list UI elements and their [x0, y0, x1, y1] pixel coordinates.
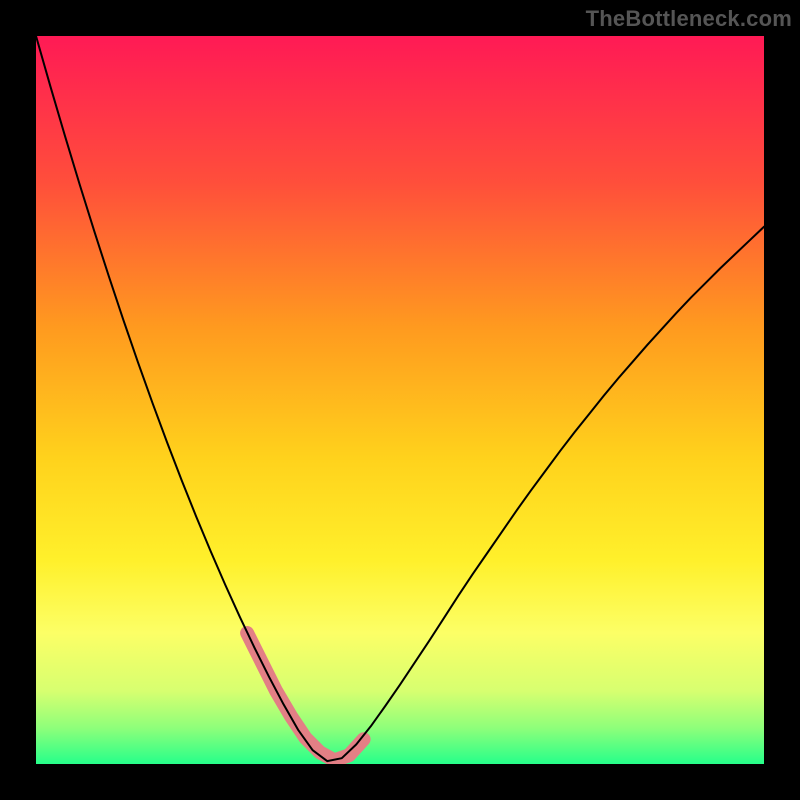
chart-frame: TheBottleneck.com — [0, 0, 800, 800]
watermark-text: TheBottleneck.com — [586, 6, 792, 32]
chart-plot — [36, 36, 764, 764]
plot-background — [36, 36, 764, 764]
